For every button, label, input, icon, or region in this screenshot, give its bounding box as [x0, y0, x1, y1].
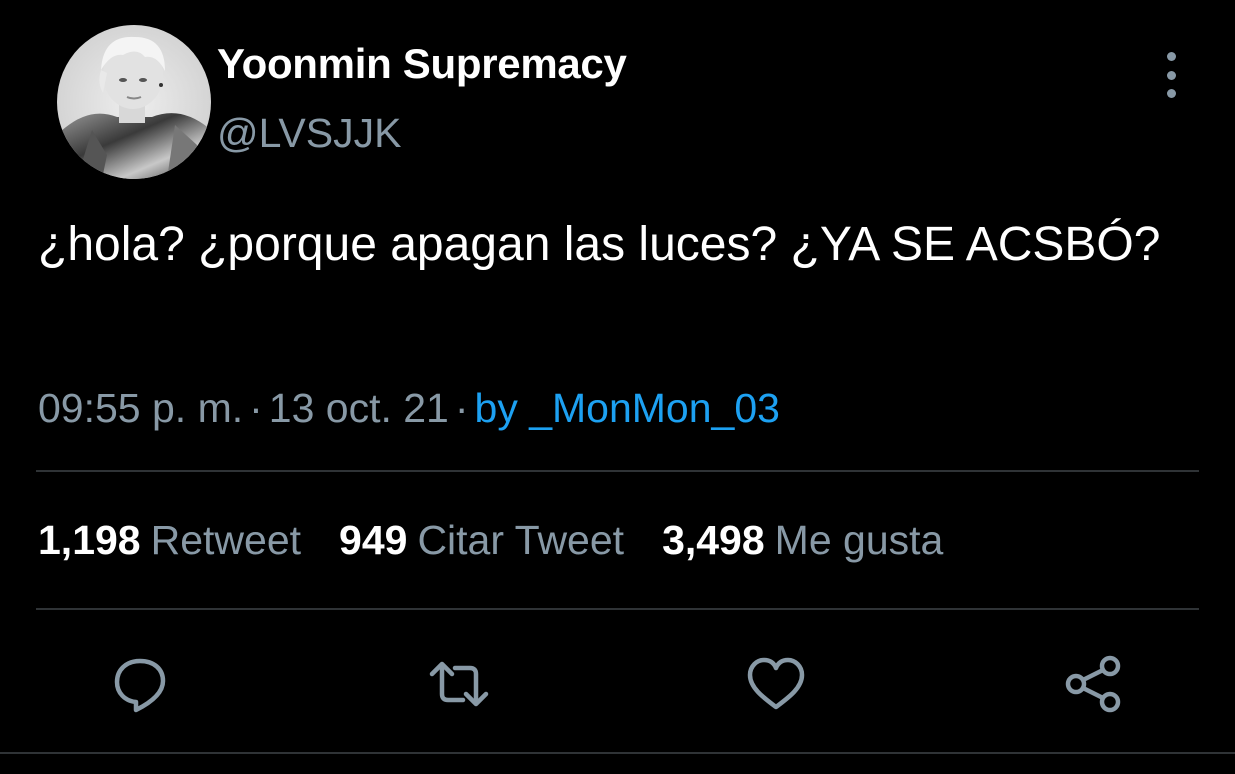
- divider: [36, 470, 1199, 472]
- quote-label: Citar Tweet: [417, 517, 625, 563]
- retweet-stat[interactable]: 1,198 Retweet: [38, 517, 301, 564]
- tweet-metadata: 09:55 p. m. · 13 oct. 21 · by _MonMon_03: [38, 385, 780, 432]
- retweet-button[interactable]: [427, 652, 491, 716]
- avatar[interactable]: [57, 25, 211, 179]
- author-handle[interactable]: @LVSJJK: [217, 110, 401, 157]
- share-icon: [1065, 655, 1121, 713]
- divider: [0, 752, 1235, 754]
- like-button[interactable]: [744, 652, 808, 716]
- tweet-stats: 1,198 Retweet 949 Citar Tweet 3,498 Me gust…: [38, 517, 981, 564]
- like-count: 3,498: [662, 517, 765, 563]
- tweet-detail: Yoonmin Supremacy @LVSJJK ¿hola? ¿porque…: [0, 0, 1235, 774]
- retweet-label: Retweet: [150, 517, 302, 563]
- profile-photo-icon: [57, 25, 211, 179]
- meta-separator: ·: [249, 385, 263, 431]
- more-dot: [1166, 70, 1176, 80]
- like-icon: [747, 657, 805, 710]
- reply-button[interactable]: [108, 652, 172, 716]
- retweet-icon: [429, 661, 489, 707]
- more-options-icon[interactable]: [1153, 52, 1189, 98]
- tweet-source-link[interactable]: by _MonMon_03: [475, 385, 780, 431]
- quote-count: 949: [339, 517, 408, 563]
- reply-icon: [114, 658, 166, 713]
- tweet-time[interactable]: 09:55 p. m.: [38, 385, 243, 431]
- share-button[interactable]: [1062, 652, 1126, 716]
- like-stat[interactable]: 3,498 Me gusta: [662, 517, 943, 564]
- author-display-name[interactable]: Yoonmin Supremacy: [217, 40, 627, 88]
- quote-stat[interactable]: 949 Citar Tweet: [339, 517, 624, 564]
- tweet-date[interactable]: 13 oct. 21: [269, 385, 449, 431]
- more-dot: [1166, 52, 1176, 61]
- meta-separator: ·: [454, 385, 469, 431]
- divider: [36, 608, 1199, 610]
- tweet-text: ¿hola? ¿porque apagan las luces? ¿YA SE …: [38, 218, 1161, 271]
- like-label: Me gusta: [774, 517, 944, 563]
- more-dot: [1166, 89, 1176, 98]
- retweet-count: 1,198: [38, 517, 141, 563]
